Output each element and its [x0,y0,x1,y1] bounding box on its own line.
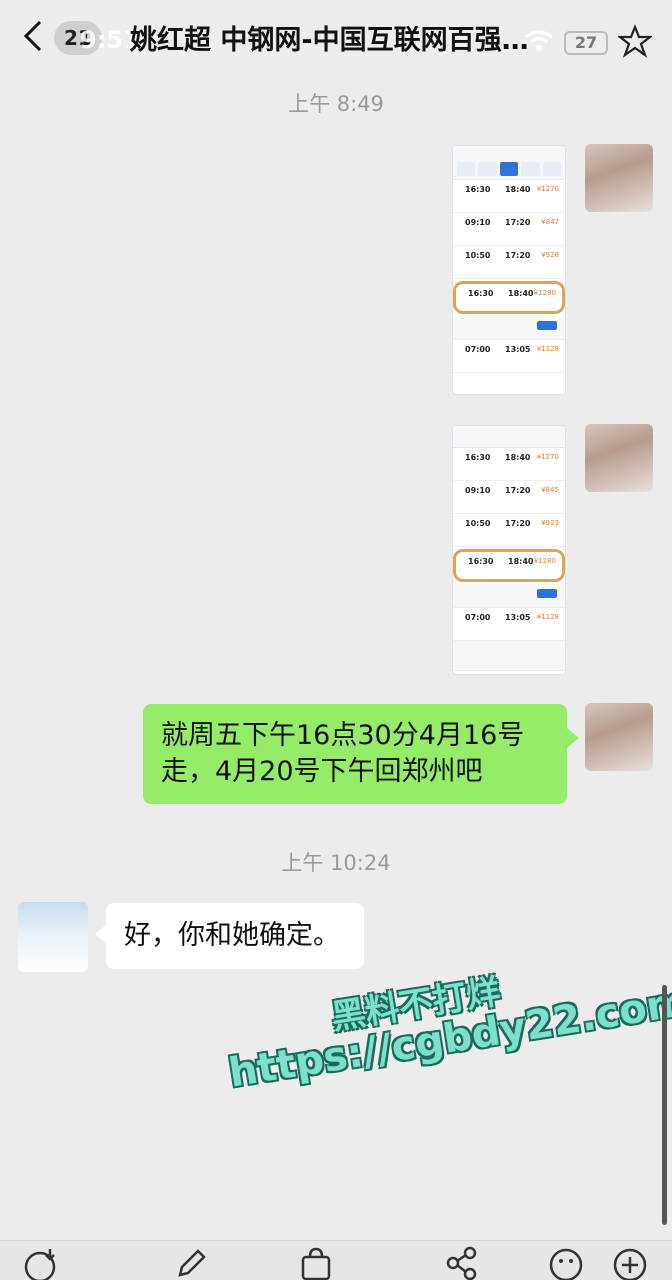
watermark: 黑料不打烊 https://cgbdy22.com [219,944,672,1117]
star-icon[interactable] [616,24,654,62]
outgoing-message[interactable]: 就周五下午16点30分4月16号走，4月20号下午回郑州吧 [143,704,579,804]
train-row: 09:10 17:20 ¥845 [453,481,565,514]
train-row: 10:50 17:20 ¥923 [453,514,565,547]
emoji-icon[interactable] [548,1245,588,1280]
my-avatar[interactable] [585,144,653,212]
bottom-toolbar [0,1240,672,1280]
mini-app-header [453,146,565,180]
mini-notice [453,316,565,340]
train-row: 16:30 18:40 ¥1270 [453,180,565,213]
image-message[interactable]: 16:30 18:40 ¥1270 09:10 17:20 ¥847 10:50 17:2… [452,145,566,395]
chat-title: 姚红超 中钢网-中国互联网百强… [130,25,529,56]
mini-footer [453,641,565,671]
pen-icon[interactable] [172,1245,212,1280]
image-message[interactable]: 16:30 18:40 ¥1270 09:10 17:20 ¥845 10:50 17:2… [452,425,566,675]
train-row: 09:10 17:20 ¥847 [453,213,565,246]
mini-app-header [453,426,565,448]
train-row: 07:00 13:05 ¥1128 [453,608,565,641]
incoming-message[interactable]: 好，你和她确定。 [95,903,364,969]
train-row: 07:00 13:05 ¥1128 [453,340,565,373]
download-icon[interactable] [22,1245,62,1280]
battery-indicator: 27 [564,31,608,55]
chat-header: 21 9:51 姚红超 中钢网-中国互联网百强… 27 [0,0,672,76]
scrollbar[interactable] [662,985,667,1225]
message-timestamp: 上午 8:49 [288,92,384,116]
share-icon[interactable] [444,1245,484,1280]
my-avatar[interactable] [585,424,653,492]
mini-notice [453,584,565,608]
train-row: 10:50 17:20 ¥928 [453,246,565,279]
train-row-highlighted: 16:30 18:40 ¥1280 [453,281,565,314]
train-row: 16:30 18:40 ¥1270 [453,448,565,481]
back-icon [22,20,44,56]
message-timestamp: 上午 10:24 [281,851,391,875]
train-row-highlighted: 16:30 18:40 ¥1280 [453,549,565,582]
contact-avatar[interactable] [18,902,88,972]
my-avatar[interactable] [585,703,653,771]
status-area: 27 [524,24,654,62]
bag-icon[interactable] [298,1245,338,1280]
add-icon[interactable] [612,1245,652,1280]
wifi-icon [524,29,554,57]
